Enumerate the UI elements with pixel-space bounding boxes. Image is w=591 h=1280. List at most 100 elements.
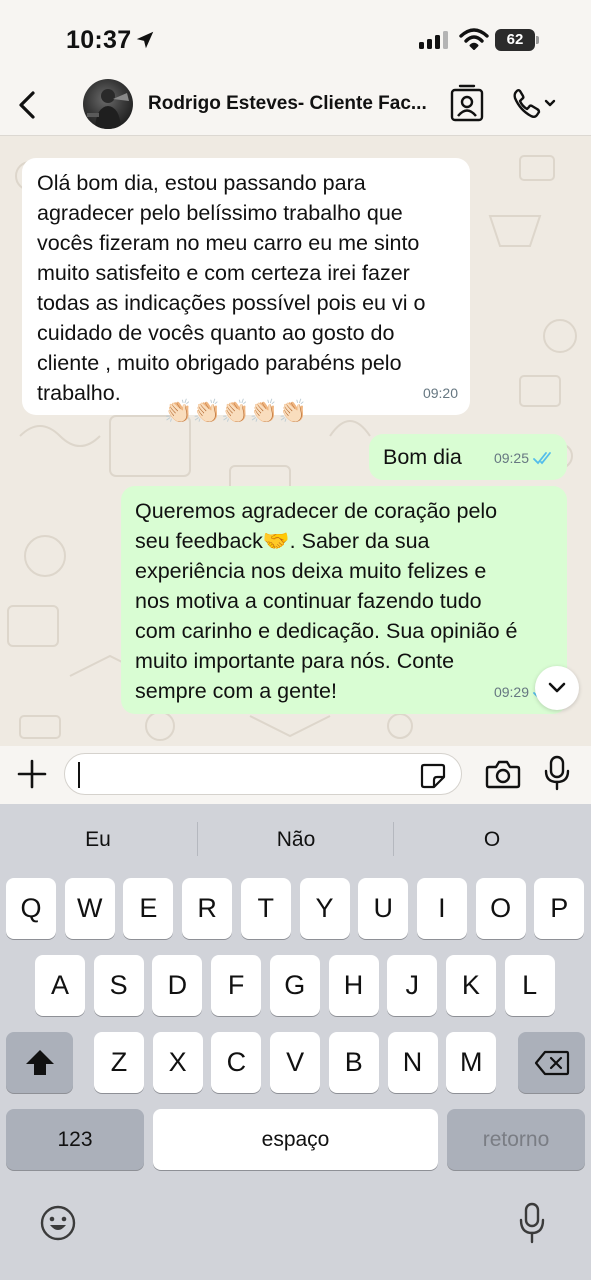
- key-n[interactable]: N: [387, 1032, 438, 1093]
- suggestion-1[interactable]: Eu: [3, 828, 193, 852]
- key-b[interactable]: B: [328, 1032, 379, 1093]
- key-o[interactable]: O: [475, 878, 526, 939]
- keyboard: Eu Não O Q W E R T Y U I O P A S D F G H J K L Z X C V B N M 12…: [0, 804, 591, 1280]
- return-key-label: retorno: [482, 1128, 550, 1151]
- key-z[interactable]: Z: [94, 1032, 144, 1093]
- chat-area[interactable]: Olá bom dia, estou passando para agradec…: [0, 136, 591, 746]
- wifi-icon: [459, 28, 489, 50]
- message-time: 09:20: [422, 385, 458, 401]
- location-arrow-icon: [136, 31, 154, 49]
- key-label: D: [167, 970, 188, 1000]
- suggestion-3[interactable]: O: [397, 828, 587, 852]
- key-label: B: [344, 1047, 363, 1077]
- key-label: H: [343, 970, 364, 1000]
- shift-icon: [26, 1050, 54, 1075]
- key-f[interactable]: F: [211, 955, 262, 1016]
- key-u[interactable]: U: [358, 878, 409, 939]
- chat-header: Rodrigo Esteves- Cliente Fac...: [0, 78, 591, 136]
- key-label: N: [402, 1047, 423, 1077]
- key-w[interactable]: W: [64, 878, 115, 939]
- space-key-label: espaço: [261, 1128, 330, 1151]
- text-caret: [78, 762, 80, 788]
- key-label: J: [405, 970, 419, 1000]
- scroll-to-bottom-button[interactable]: [535, 666, 579, 710]
- key-label: M: [459, 1047, 483, 1077]
- key-d[interactable]: D: [152, 955, 203, 1016]
- key-label: F: [227, 970, 245, 1000]
- shift-key[interactable]: [6, 1032, 73, 1093]
- key-q[interactable]: Q: [6, 878, 56, 939]
- key-label: S: [109, 970, 128, 1000]
- key-x[interactable]: X: [152, 1032, 203, 1093]
- key-label: X: [168, 1047, 187, 1077]
- key-label: O: [490, 893, 512, 923]
- back-icon[interactable]: [14, 88, 42, 122]
- key-label: C: [226, 1047, 247, 1077]
- plus-icon[interactable]: [17, 759, 47, 789]
- contact-name[interactable]: Rodrigo Esteves- Cliente Fac...: [148, 93, 438, 115]
- key-v[interactable]: V: [270, 1032, 321, 1093]
- space-key[interactable]: espaço: [153, 1109, 438, 1170]
- message-text: Queremos agradecer de coração pelo seu f…: [135, 499, 518, 703]
- signal-icon: [419, 31, 448, 49]
- key-p[interactable]: P: [534, 878, 585, 939]
- message-incoming[interactable]: Olá bom dia, estou passando para agradec…: [22, 158, 470, 423]
- key-e[interactable]: E: [123, 878, 174, 939]
- camera-icon[interactable]: [485, 759, 521, 789]
- key-s[interactable]: S: [93, 955, 144, 1016]
- key-i[interactable]: I: [416, 878, 467, 939]
- key-label: I: [438, 893, 446, 923]
- read-ticks-icon: [533, 452, 551, 465]
- mic-icon[interactable]: [543, 755, 571, 791]
- key-j[interactable]: J: [387, 955, 438, 1016]
- message-input[interactable]: [64, 753, 462, 795]
- key-label: L: [522, 970, 538, 1000]
- phone-icon[interactable]: [510, 87, 558, 121]
- sticker-icon[interactable]: [419, 762, 447, 790]
- message-outgoing[interactable]: Queremos agradecer de coração pelo seu f…: [121, 486, 567, 714]
- message-time: 09:25: [493, 450, 529, 466]
- key-label: T: [257, 893, 275, 923]
- chevron-down-icon: [548, 682, 566, 693]
- key-k[interactable]: K: [445, 955, 496, 1016]
- message-text: Olá bom dia, estou passando para agradec…: [37, 171, 426, 405]
- dictation-mic-icon[interactable]: [518, 1202, 546, 1244]
- battery-level: 62: [495, 29, 535, 51]
- backspace-key[interactable]: [518, 1032, 585, 1093]
- key-h[interactable]: H: [328, 955, 379, 1016]
- avatar-photo: [87, 89, 129, 129]
- key-y[interactable]: Y: [299, 878, 350, 939]
- contact-card-icon[interactable]: [449, 83, 485, 123]
- emoji-icon[interactable]: [39, 1204, 77, 1242]
- key-label: R: [197, 893, 217, 923]
- key-label: A: [50, 970, 69, 1000]
- numbers-key[interactable]: 123: [6, 1109, 144, 1170]
- key-m[interactable]: M: [446, 1032, 497, 1093]
- status-time: 10:37: [66, 26, 132, 54]
- key-r[interactable]: R: [182, 878, 233, 939]
- key-label: U: [373, 893, 393, 923]
- message-emoji-line: 👏🏻👏🏻👏🏻👏🏻👏🏻: [164, 397, 307, 427]
- key-label: Q: [20, 893, 42, 923]
- suggestion-2[interactable]: Não: [201, 828, 391, 852]
- key-t[interactable]: T: [240, 878, 291, 939]
- key-label: E: [139, 893, 158, 923]
- key-label: G: [284, 970, 306, 1000]
- key-g[interactable]: G: [269, 955, 320, 1016]
- key-label: Z: [110, 1047, 128, 1077]
- key-label: Y: [315, 893, 334, 923]
- contact-avatar[interactable]: [83, 79, 133, 129]
- key-label: W: [76, 893, 103, 923]
- clap-emoji: 👏🏻👏🏻👏🏻👏🏻👏🏻: [164, 398, 308, 424]
- return-key[interactable]: retorno: [447, 1109, 585, 1170]
- status-bar: 10:37 62: [0, 0, 591, 78]
- key-c[interactable]: C: [211, 1032, 262, 1093]
- message-composer: [0, 746, 591, 804]
- key-label: K: [461, 970, 480, 1000]
- key-label: P: [550, 893, 569, 923]
- battery-indicator: 62: [495, 29, 539, 51]
- key-l[interactable]: L: [504, 955, 555, 1016]
- message-time: 09:29: [493, 684, 529, 700]
- message-outgoing[interactable]: Bom dia 09:25: [369, 434, 567, 480]
- key-a[interactable]: A: [35, 955, 85, 1016]
